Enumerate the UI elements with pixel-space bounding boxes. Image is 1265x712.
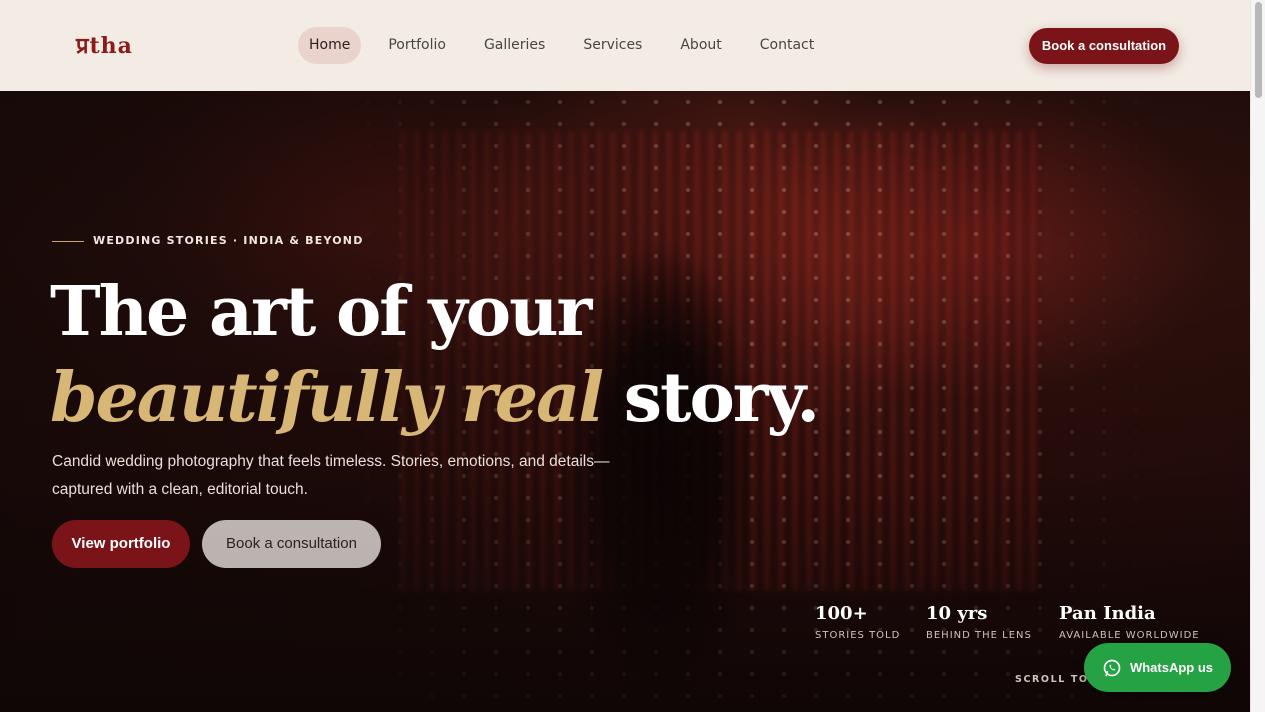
header-book-consultation-button[interactable]: Book a consultation [1029,28,1179,64]
nav-galleries[interactable]: Galleries [465,27,564,64]
nav-portfolio[interactable]: Portfolio [369,27,465,64]
headline-line-1: The art of your [50,272,592,352]
stat-label: STORIES TOLD [815,630,901,641]
eyebrow-divider [52,241,84,242]
stat-label: BEHIND THE LENS [926,630,1032,641]
headline-end: story. [602,358,820,438]
page-scrollbar[interactable] [1250,0,1265,712]
nav-home[interactable]: Home [298,27,362,64]
hero-section: WEDDING STORIES · INDIA & BEYOND The art… [0,91,1250,712]
view-portfolio-button[interactable]: View portfolio [52,520,190,568]
stat-years: 10 yrs BEHIND THE LENS [926,603,1032,641]
hero-eyebrow: WEDDING STORIES · INDIA & BEYOND [93,234,364,247]
nav-services[interactable]: Services [564,27,661,64]
hero-headline: The art of your beautifully real story. [50,269,820,441]
headline-accent: beautifully real [50,358,604,438]
whatsapp-icon [1102,658,1122,678]
stat-value: Pan India [1059,603,1156,624]
stat-label: AVAILABLE WORLDWIDE [1059,630,1200,641]
whatsapp-label: WhatsApp us [1129,660,1214,675]
hero-subtitle: Candid wedding photography that feels ti… [52,453,610,498]
stat-value: 10 yrs [926,603,988,624]
nav-contact[interactable]: Contact [741,27,833,64]
scrollbar-thumb[interactable] [1255,2,1262,98]
stat-stories: 100+ STORIES TOLD [815,603,900,641]
headline-line-2: beautifully real story. [50,355,820,441]
stat-value: 100+ [815,603,868,624]
brand-logo[interactable]: प्रtha [76,30,133,60]
site-header: प्रtha Home Portfolio Galleries Services… [0,0,1250,91]
whatsapp-button[interactable]: WhatsApp us [1084,643,1231,692]
stat-coverage: Pan India AVAILABLE WORLDWIDE [1059,603,1200,641]
main-nav: Home Portfolio Galleries Services About … [298,27,833,64]
nav-about[interactable]: About [661,27,740,64]
hero-book-consultation-button[interactable]: Book a consultation [202,520,381,568]
